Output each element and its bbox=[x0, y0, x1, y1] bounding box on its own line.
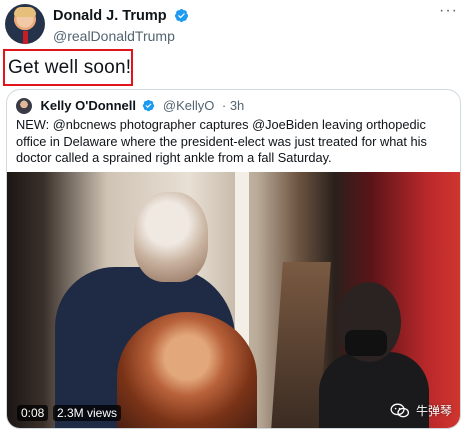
video-scene-face-mask bbox=[345, 330, 387, 356]
quote-author-avatar[interactable] bbox=[16, 97, 32, 114]
video-scene-person-head bbox=[134, 192, 208, 282]
avatar-tie bbox=[23, 31, 28, 44]
wechat-icon bbox=[390, 403, 409, 418]
quote-author-handle[interactable]: @KellyO bbox=[163, 98, 215, 113]
author-name[interactable]: Donald J. Trump bbox=[53, 8, 167, 24]
video-player[interactable]: 0:08 2.3M views 牛弹琴 bbox=[7, 172, 460, 428]
quote-text: NEW: @nbcnews photographer captures @Joe… bbox=[16, 117, 427, 165]
video-views-badge: 2.3M views bbox=[53, 405, 122, 421]
quote-author-name[interactable]: Kelly O'Donnell bbox=[40, 98, 136, 113]
quoted-tweet[interactable]: Kelly O'Donnell @KellyO · 3h NEW: @nbcne… bbox=[6, 89, 461, 429]
tweet: Donald J. Trump @realDonaldTrump ··· Get… bbox=[0, 0, 468, 437]
author-avatar[interactable] bbox=[5, 4, 45, 44]
quote-header: Kelly O'Donnell @KellyO · 3h bbox=[16, 97, 244, 114]
verified-badge-icon bbox=[174, 9, 189, 23]
author-handle[interactable]: @realDonaldTrump bbox=[53, 28, 189, 44]
tweet-text: Get well soon! bbox=[8, 57, 132, 78]
verified-badge-icon bbox=[143, 100, 155, 112]
watermark: 牛弹琴 bbox=[390, 400, 452, 420]
watermark-text: 牛弹琴 bbox=[415, 403, 452, 418]
more-horizontal-icon[interactable]: ··· bbox=[439, 2, 458, 20]
tweet-author: Donald J. Trump @realDonaldTrump bbox=[53, 7, 189, 44]
video-duration-badge: 0:08 bbox=[17, 405, 49, 421]
avatar-hair bbox=[14, 7, 36, 17]
quote-timestamp[interactable]: · 3h bbox=[222, 98, 244, 113]
